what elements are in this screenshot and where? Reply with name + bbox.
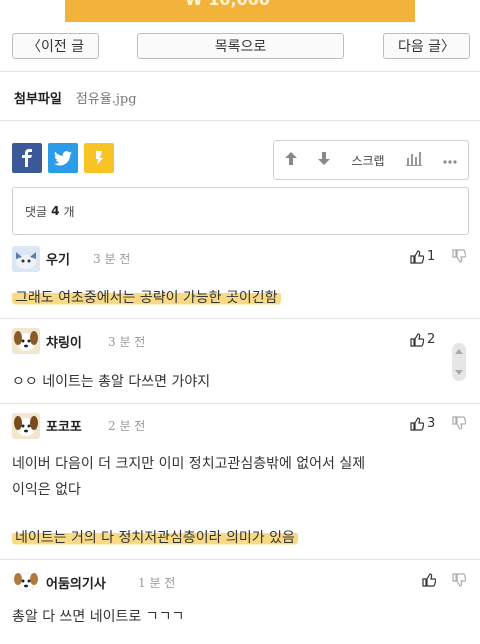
next-post-button[interactable]: 다음 글 〉 bbox=[383, 33, 470, 59]
dislike-button[interactable] bbox=[452, 416, 467, 434]
stats-chart-icon[interactable] bbox=[405, 151, 422, 169]
comment-count-unit: 개 bbox=[63, 204, 75, 219]
like-button[interactable]: 3 bbox=[410, 416, 435, 431]
thumbs-down-icon bbox=[452, 249, 467, 263]
comment-author[interactable]: 어둠의기사 bbox=[46, 573, 106, 592]
comment-text: 네이버 다음이 더 크지만 이미 정치고관심층밖에 없어서 실제 이익은 없다 bbox=[12, 451, 472, 503]
list-label: 목록으로 bbox=[214, 39, 267, 55]
scrap-button[interactable]: 스크랩 bbox=[351, 152, 384, 169]
chevron-right-icon: 〉 bbox=[441, 39, 456, 55]
comment-text-highlighted: 네이트는 거의 다 정치저관심층이라 의미가 있음 bbox=[12, 525, 472, 551]
avatar bbox=[12, 568, 40, 594]
comment-text-line: 이익은 없다 bbox=[12, 482, 81, 498]
thumbs-up-icon bbox=[422, 573, 436, 587]
facebook-share-button[interactable] bbox=[12, 143, 42, 173]
divider bbox=[0, 318, 480, 319]
comment-count-box: 댓글 4 개 bbox=[12, 187, 469, 235]
banner-text: ₩ 10,000 bbox=[185, 0, 270, 9]
avatar bbox=[12, 328, 40, 354]
like-count: 3 bbox=[427, 416, 436, 431]
avatar bbox=[12, 413, 40, 439]
comment-time: 3 분 전 bbox=[93, 252, 131, 266]
kakaostory-share-button[interactable] bbox=[84, 143, 114, 173]
attachment-row: 첨부파일 점유율.jpg bbox=[14, 88, 137, 107]
comment-time: 3 분 전 bbox=[108, 335, 146, 349]
prev-post-button[interactable]: 〈 이전 글 bbox=[12, 33, 99, 59]
prev-post-label: 이전 글 bbox=[40, 39, 85, 55]
comment-text: 총알 다 쓰면 네이트로 ㄱㄱㄱ bbox=[12, 609, 185, 625]
attachment-label: 첨부파일 bbox=[14, 92, 62, 107]
comment-count: 4 bbox=[51, 204, 60, 218]
comment-time: 1 분 전 bbox=[138, 576, 176, 590]
next-post-label: 다음 글 bbox=[397, 39, 442, 55]
like-button[interactable]: 1 bbox=[410, 249, 435, 264]
thumbs-up-icon bbox=[410, 249, 424, 264]
divider bbox=[0, 403, 480, 404]
twitter-icon bbox=[54, 150, 72, 166]
comment-text-line: 네이버 다음이 더 크지만 이미 정치고관심층밖에 없어서 실제 bbox=[12, 456, 366, 472]
comment-count-label: 댓글 bbox=[25, 204, 48, 219]
divider bbox=[0, 71, 480, 72]
more-options-icon[interactable] bbox=[443, 153, 457, 167]
like-button[interactable]: 2 bbox=[410, 332, 435, 347]
dislike-button[interactable] bbox=[452, 573, 467, 591]
thumbs-up-icon bbox=[410, 332, 424, 347]
upvote-arrow-icon[interactable] bbox=[284, 152, 297, 168]
like-count: 2 bbox=[427, 332, 436, 347]
avatar bbox=[12, 246, 40, 272]
like-button[interactable] bbox=[422, 573, 439, 587]
price-banner: ₩ 10,000 bbox=[65, 0, 415, 22]
downvote-arrow-icon[interactable] bbox=[318, 152, 331, 168]
comment-author[interactable]: 우기 bbox=[46, 249, 70, 268]
thumbs-down-icon bbox=[452, 573, 467, 587]
comment-text: 그래도 여초중에서는 공략이 가능한 곳이긴함 bbox=[12, 285, 472, 311]
kakaostory-icon bbox=[96, 151, 103, 165]
comment-author[interactable]: 챠링이 bbox=[46, 332, 82, 351]
divider bbox=[0, 559, 480, 560]
comment-author[interactable]: 포코포 bbox=[46, 416, 82, 435]
comment-text: ㅇㅇ 네이트는 총알 다쓰면 가야지 bbox=[12, 374, 211, 390]
thumbs-up-icon bbox=[410, 416, 424, 431]
post-toolbar: 스크랩 bbox=[273, 140, 469, 180]
list-button[interactable]: 목록으로 bbox=[137, 33, 344, 59]
divider bbox=[0, 120, 480, 121]
chevron-left-icon: 〈 bbox=[26, 39, 41, 55]
comment-time: 2 분 전 bbox=[108, 419, 146, 433]
attachment-file-link[interactable]: 점유율.jpg bbox=[76, 88, 137, 107]
dislike-button[interactable] bbox=[452, 249, 467, 267]
twitter-share-button[interactable] bbox=[48, 143, 78, 173]
scrollbar[interactable] bbox=[452, 343, 466, 381]
thumbs-down-icon bbox=[452, 416, 467, 430]
like-count: 1 bbox=[427, 249, 436, 264]
facebook-icon bbox=[22, 149, 32, 167]
